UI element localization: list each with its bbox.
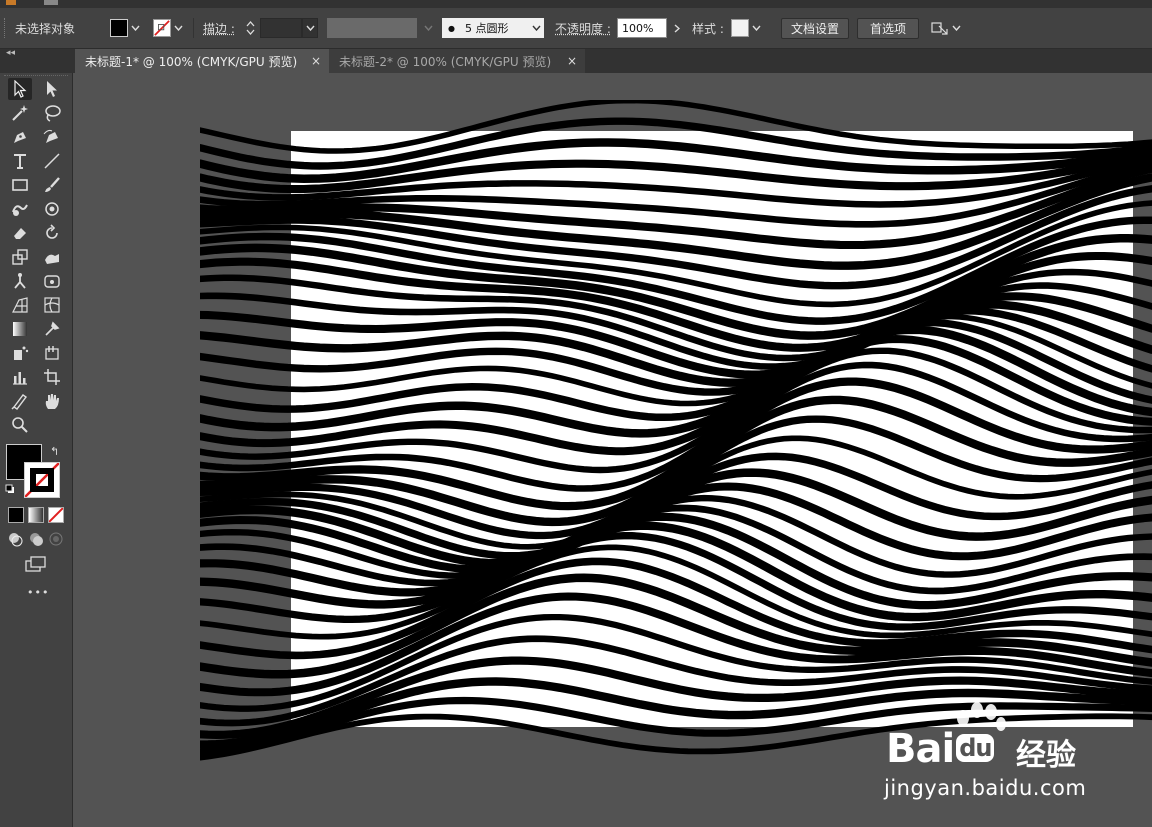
fill-swatch[interactable]	[110, 19, 128, 37]
chevron-down-icon[interactable]	[128, 21, 142, 35]
eraser-tool-icon[interactable]	[8, 222, 32, 244]
lasso-tool-icon[interactable]	[40, 102, 64, 124]
magic-wand-tool-icon[interactable]	[8, 102, 32, 124]
stepper-arrows-icon[interactable]	[243, 18, 257, 38]
selection-tool-icon[interactable]	[8, 78, 32, 100]
selection-status: 未选择对象	[15, 21, 76, 36]
close-icon[interactable]: ×	[567, 54, 577, 68]
menu-bar-remnant	[0, 0, 1152, 8]
chevron-right-icon[interactable]	[669, 18, 685, 38]
watermark-url: jingyan.baidu.com	[884, 776, 1087, 800]
graphic-style-swatch[interactable]	[731, 19, 749, 37]
stroke-color-box[interactable]	[24, 462, 60, 498]
shaper-tool-icon[interactable]	[8, 198, 32, 220]
chevron-down-icon[interactable]	[749, 21, 763, 35]
chevron-down-icon[interactable]	[421, 21, 435, 35]
free-transform-tool-icon[interactable]	[40, 270, 64, 292]
document-setup-button[interactable]: 文档设置	[781, 17, 849, 39]
rotate-tool-icon[interactable]	[40, 222, 64, 244]
warp-tool-icon[interactable]	[40, 246, 64, 268]
divider	[193, 18, 194, 38]
chevron-down-icon[interactable]	[528, 18, 544, 38]
paintbrush-tool-icon[interactable]	[40, 174, 64, 196]
chevron-down-icon[interactable]	[949, 21, 963, 35]
hand-tool-icon[interactable]	[40, 390, 64, 412]
perspective-grid-tool-icon[interactable]	[8, 294, 32, 316]
direct-selection-tool-icon[interactable]	[40, 78, 64, 100]
color-mode-button[interactable]	[8, 507, 24, 523]
app-logo-fragment	[6, 0, 16, 5]
stroke-weight-control[interactable]	[243, 8, 318, 48]
arrange-documents-control[interactable]	[931, 8, 963, 48]
brush-definition[interactable]: ● 5 点圆形	[442, 18, 528, 38]
fill-swatch-control[interactable]	[110, 8, 142, 48]
style-label: 样式 :	[692, 21, 724, 36]
zebra-wave-artwork[interactable]	[200, 100, 1152, 780]
draw-behind-icon[interactable]	[28, 531, 44, 547]
live-paint-tool-icon[interactable]	[40, 342, 64, 364]
curvature-tool-icon[interactable]	[40, 126, 64, 148]
tab-label: 未标题-1* @ 100% (CMYK/GPU 预览)	[85, 54, 298, 69]
default-fill-stroke-icon[interactable]	[5, 483, 15, 493]
workspace-icon	[44, 0, 58, 5]
control-bar-grip[interactable]	[4, 18, 8, 38]
stroke-label[interactable]: 描边 :	[203, 20, 235, 37]
tab-document-2[interactable]: 未标题-2* @ 100% (CMYK/GPU 预览) ×	[329, 49, 585, 73]
swap-fill-stroke-icon[interactable]: ↰	[50, 445, 59, 458]
more-tools-button[interactable]: •••	[27, 586, 49, 599]
variable-width-control[interactable]	[327, 8, 435, 48]
arrange-icon[interactable]	[931, 20, 949, 36]
none-mode-button[interactable]	[48, 507, 64, 523]
tab-label: 未标题-2* @ 100% (CMYK/GPU 预览)	[339, 54, 552, 69]
type-tool-icon[interactable]	[8, 150, 32, 172]
close-icon[interactable]: ×	[311, 54, 321, 68]
column-graph-tool-icon[interactable]	[8, 366, 32, 388]
chevron-down-icon[interactable]	[171, 21, 185, 35]
gradient-mode-button[interactable]	[28, 507, 44, 523]
blob-brush-tool-icon[interactable]	[40, 198, 64, 220]
stroke-weight-input[interactable]	[260, 18, 302, 38]
preferences-button[interactable]: 首选项	[857, 17, 919, 39]
collapse-panel-icon[interactable]: ◂◂	[6, 48, 15, 58]
opacity-label[interactable]: 不透明度 :	[555, 20, 611, 37]
symbol-sprayer-tool-icon[interactable]	[8, 342, 32, 364]
artboard-tool-icon[interactable]	[40, 366, 64, 388]
screen-mode-icon[interactable]	[24, 555, 48, 573]
puppet-warp-tool-icon[interactable]	[8, 270, 32, 292]
draw-normal-icon[interactable]	[7, 531, 23, 547]
stroke-swatch-control[interactable]	[153, 8, 185, 48]
tools-panel: ↰ •••	[0, 73, 73, 827]
opacity-input[interactable]: 100%	[617, 18, 667, 38]
watermark-brand-cn: 经验	[1016, 738, 1076, 773]
graphic-style-control[interactable]	[731, 8, 763, 48]
draw-inside-icon[interactable]	[48, 531, 64, 547]
scale-tool-icon[interactable]	[8, 246, 32, 268]
mesh-tool-icon[interactable]	[40, 294, 64, 316]
gradient-tool-icon[interactable]	[8, 318, 32, 340]
stroke-none-swatch[interactable]	[153, 19, 171, 37]
zoom-tool-icon[interactable]	[8, 414, 32, 436]
chevron-down-icon[interactable]	[302, 18, 318, 38]
variable-width-profile[interactable]	[327, 18, 417, 38]
control-bar: 未选择对象 描边 : ● 5 点圆形 不透明度 : 100% 样式: 文档设置…	[0, 8, 1152, 49]
line-segment-tool-icon[interactable]	[40, 150, 64, 172]
slice-tool-icon[interactable]	[8, 390, 32, 412]
eyedropper-tool-icon[interactable]	[40, 318, 64, 340]
brush-dot-icon: ●	[448, 23, 455, 33]
pen-tool-icon[interactable]	[8, 126, 32, 148]
opacity-control[interactable]: 100%	[617, 8, 685, 48]
brush-definition-control[interactable]: ● 5 点圆形	[442, 8, 544, 48]
baidu-jingyan-watermark: Bai du 经验 jingyan.baidu.com	[880, 700, 1120, 810]
watermark-brand: Bai du	[886, 726, 995, 772]
rectangle-tool-icon[interactable]	[8, 174, 32, 196]
tab-document-1[interactable]: 未标题-1* @ 100% (CMYK/GPU 预览) ×	[75, 49, 329, 73]
